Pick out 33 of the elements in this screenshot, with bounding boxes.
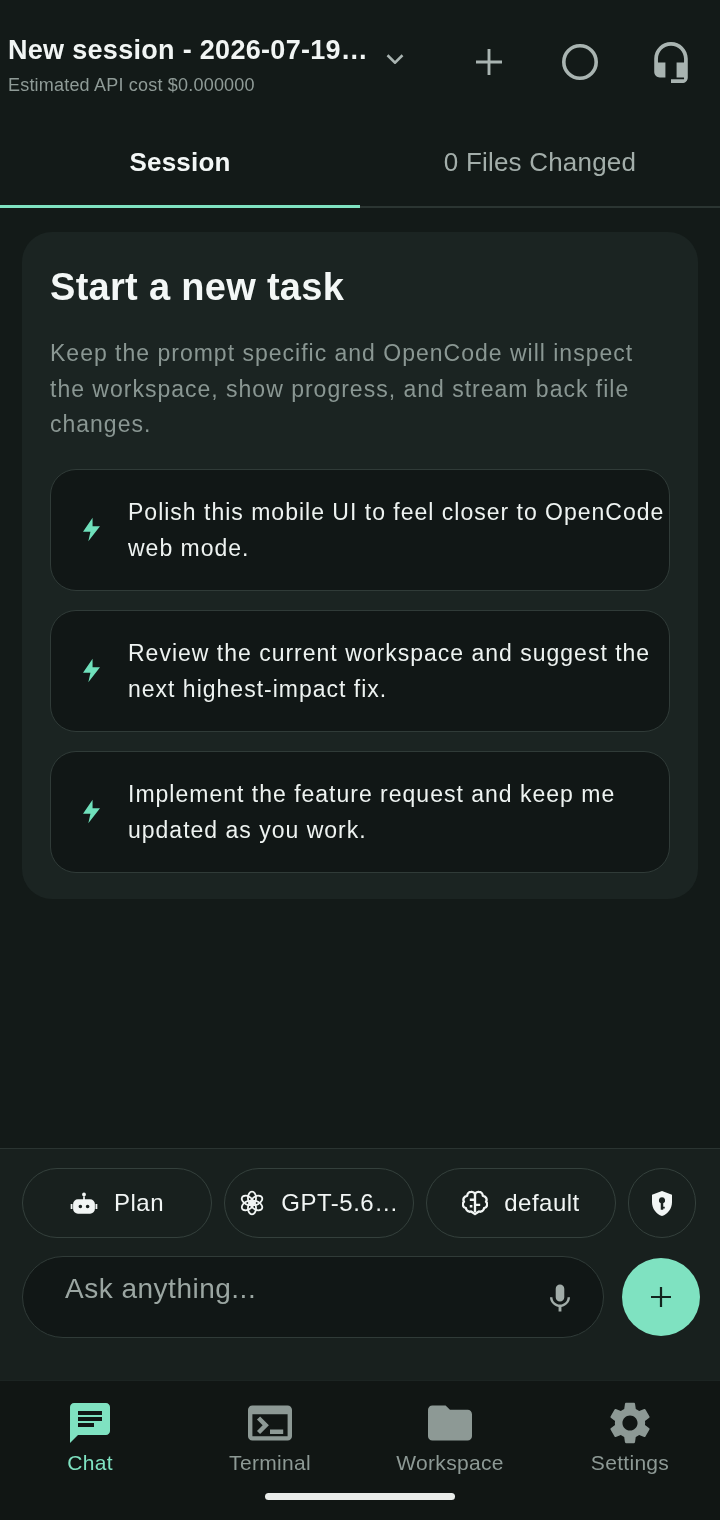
- suggestion-card[interactable]: Polish this mobile UI to feel closer to OpenCode web mode.: [50, 468, 670, 591]
- plus-icon: [476, 49, 502, 75]
- tab[interactable]: Session: [0, 120, 360, 208]
- microphone-icon[interactable]: [550, 1284, 570, 1312]
- headset-icon: [654, 41, 688, 83]
- gear-icon: [610, 1402, 650, 1444]
- support-button[interactable]: [651, 42, 691, 82]
- shield-key-icon: [652, 1190, 672, 1216]
- intro-text: Keep the prompt specific and OpenCode will inspect the workspace, show progress, and stream back file changes.: [50, 339, 635, 439]
- terminal-icon: [248, 1405, 292, 1441]
- nav-tab[interactable]: Terminal: [180, 1403, 360, 1475]
- nav-tab[interactable]: Settings: [540, 1403, 720, 1475]
- nav-tab[interactable]: Workspace: [360, 1403, 540, 1475]
- circle-icon: [562, 44, 598, 80]
- folder-icon: [428, 1405, 472, 1441]
- session-title: New session - 2026-07-19…: [8, 34, 369, 67]
- plus-icon: [651, 1287, 671, 1307]
- suggestion-card[interactable]: Implement the feature request and keep me updated as you work.: [50, 750, 670, 873]
- status-button[interactable]: [560, 42, 600, 82]
- lightning-bolt-icon: [83, 515, 100, 544]
- message-field[interactable]: Ask anything...: [22, 1256, 604, 1338]
- suggestion-card[interactable]: Review the current workspace and suggest the next highest-impact fix.: [50, 609, 670, 732]
- knot-icon: [239, 1190, 266, 1216]
- chat-bubble-icon: [69, 1403, 111, 1443]
- brain-icon: [462, 1190, 489, 1216]
- api-cost-text: Estimated API cost $0.000000: [8, 74, 255, 97]
- nav-tab[interactable]: Chat: [0, 1403, 180, 1475]
- chevron-down-icon: [386, 54, 405, 64]
- lightning-bolt-icon: [83, 656, 100, 685]
- tab[interactable]: 0 Files Changed: [360, 120, 720, 208]
- robot-icon: [69, 1191, 98, 1215]
- intro-title: Start a new task: [50, 265, 346, 310]
- lightning-bolt-icon: [83, 797, 100, 826]
